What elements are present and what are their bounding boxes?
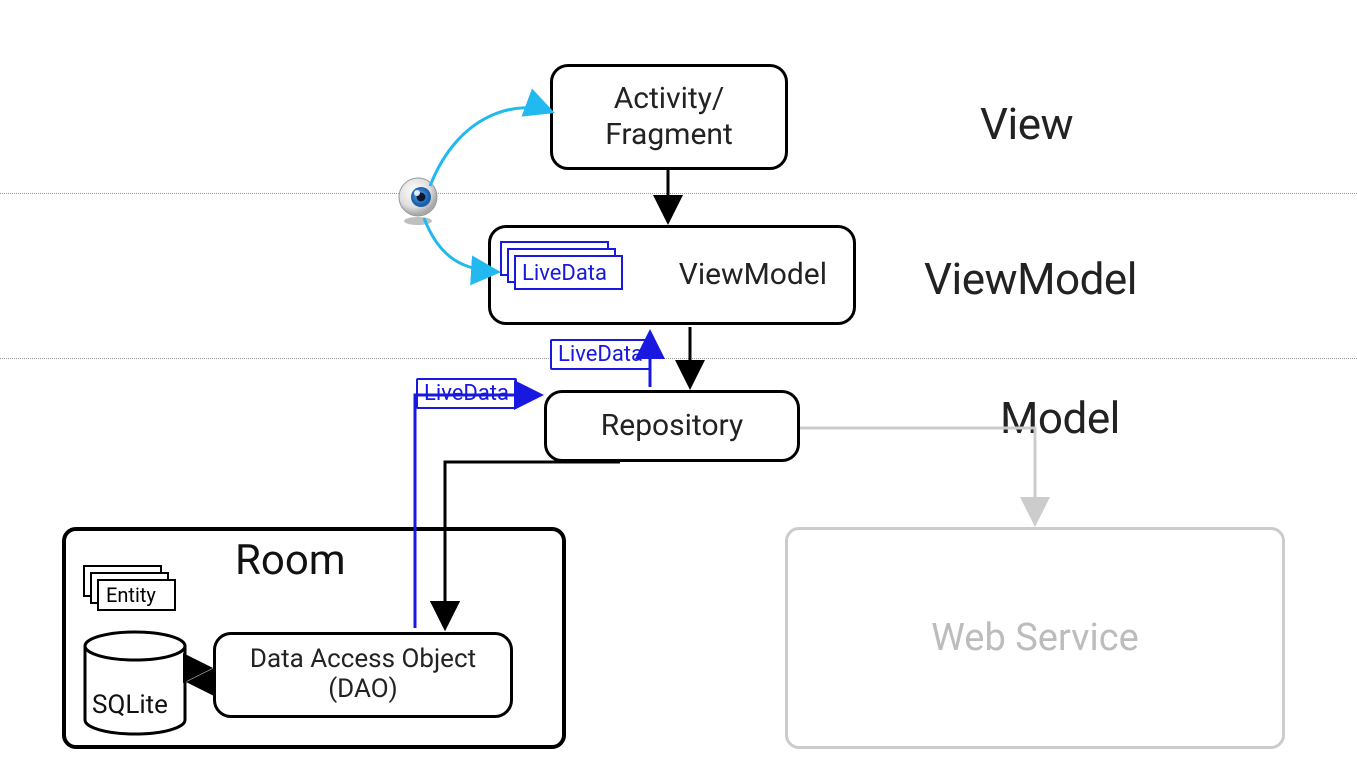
tag-livedata-mid: LiveData [550, 339, 651, 370]
box-repository: Repository [544, 390, 800, 462]
layer-label-viewmodel: ViewModel [924, 253, 1137, 305]
box-dao: Data Access Object (DAO) [213, 632, 513, 718]
layer-label-model: Model [1000, 392, 1120, 444]
layer-label-view: View [980, 98, 1073, 150]
entity-stack-icon: Entity [80, 562, 190, 622]
sqlite-label: SQLite [92, 690, 168, 720]
tag-livedata-repo: LiveData [416, 378, 517, 409]
livedata-stack-icon: LiveData [495, 236, 630, 306]
box-activity-fragment: Activity/ Fragment [550, 64, 788, 170]
livedata-stack-text: LiveData [522, 261, 607, 286]
separator-view-viewmodel [0, 193, 1357, 194]
viewmodel-text: ViewModel [679, 257, 827, 293]
room-title: Room [235, 536, 346, 585]
box-webservice: Web Service [785, 527, 1285, 749]
entity-stack-text: Entity [106, 583, 156, 607]
observer-eye-icon [395, 175, 441, 229]
sqlite-cylinder-icon [80, 630, 190, 738]
separator-viewmodel-model [0, 358, 1357, 359]
